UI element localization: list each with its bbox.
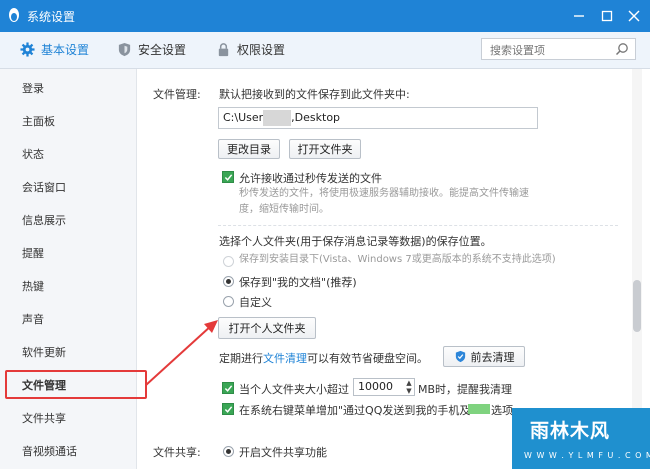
tab-label: 安全设置 (138, 42, 187, 57)
personal-folder-heading: 选择个人文件夹(用于保存消息记录等数据)的保存位置。 (219, 235, 492, 248)
context-menu-label: 在系统右键菜单增加"通过QQ发送到我的手机及 (239, 404, 471, 417)
redacted-device-name (468, 404, 490, 414)
radio-my-documents-label: 保存到"我的文档"(推荐) (239, 276, 357, 289)
tab-label: 基本设置 (41, 42, 90, 57)
enable-file-sharing-radio[interactable] (223, 446, 234, 457)
tab-basic-settings[interactable]: 基本设置 (20, 36, 89, 62)
enable-file-sharing-label: 开启文件共享功能 (239, 446, 327, 459)
title-bar (0, 0, 650, 32)
gear-icon (20, 41, 35, 57)
annotation-arrow (145, 320, 218, 386)
open-personal-folder-button[interactable]: 打开个人文件夹 (218, 317, 316, 339)
open-folder-button[interactable]: 打开文件夹 (289, 139, 361, 159)
size-limit-suffix: MB时，提醒我清理 (418, 383, 513, 396)
shield-icon (455, 350, 465, 363)
go-cleanup-label: 前去清理 (470, 350, 515, 364)
radio-my-documents[interactable] (223, 276, 234, 287)
allow-fast-transfer-desc-1: 秒传发送的文件，将使用极速服务器辅助接收。能提高文件传输速 (239, 188, 529, 199)
close-icon (628, 10, 640, 22)
minimize-button[interactable] (568, 5, 590, 27)
tab-permission-settings[interactable]: 权限设置 (216, 36, 285, 62)
radio-custom[interactable] (223, 296, 234, 307)
sidebar-item-hotkeys[interactable]: 热键 (0, 275, 136, 297)
sidebar-item-status[interactable]: 状态 (0, 143, 136, 165)
sidebar-item-software-update[interactable]: 软件更新 (0, 341, 136, 363)
go-cleanup-button[interactable]: 前去清理 (443, 346, 525, 367)
tab-security-settings[interactable]: 安全设置 (117, 36, 186, 62)
change-directory-button[interactable]: 更改目录 (218, 139, 280, 159)
path-prefix: C:\User (223, 111, 264, 124)
cleanup-tip: 定期进行文件清理可以有效节省硬盘空间。 (219, 350, 428, 366)
check-icon (224, 405, 232, 413)
lock-icon (218, 42, 229, 56)
context-menu-tail: 选项 (491, 404, 513, 417)
allow-fast-transfer-label: 允许接收通过秒传发送的文件 (239, 172, 382, 185)
file-sharing-section-label: 文件共享: (153, 446, 201, 459)
shield-icon (118, 42, 131, 56)
check-icon (224, 173, 232, 181)
cleanup-prefix: 定期进行 (219, 352, 263, 365)
window-title: 系统设置 (27, 10, 76, 24)
watermark-url: W W W . Y L M F U . C O M (524, 451, 650, 460)
sidebar-item-login[interactable]: 登录 (0, 77, 136, 99)
search-icon[interactable] (615, 42, 629, 56)
size-limit-prefix: 当个人文件夹大小超过 (239, 383, 349, 396)
watermark-brand: 雨林木风 (530, 420, 611, 442)
search-input[interactable] (488, 40, 612, 60)
sidebar-item-reminder[interactable]: 提醒 (0, 242, 136, 264)
size-limit-spinner[interactable]: ▲ ▼ (404, 379, 414, 395)
sidebar-item-chat-window[interactable]: 会话窗口 (0, 176, 136, 198)
path-suffix: ,Desktop (291, 111, 341, 124)
radio-install-dir[interactable] (223, 256, 234, 267)
tab-label: 权限设置 (237, 42, 286, 57)
highlight-box (5, 370, 147, 399)
allow-fast-transfer-desc-2: 度，缩短传输时间。 (239, 204, 329, 215)
context-menu-checkbox[interactable] (222, 403, 234, 415)
watermark: 雨林木风 W W W . Y L M F U . C O M (512, 408, 650, 469)
cleanup-suffix: 可以有效节省硬盘空间。 (307, 352, 428, 365)
radio-custom-label: 自定义 (239, 296, 272, 309)
allow-fast-transfer-checkbox[interactable] (222, 171, 234, 183)
sidebar-item-info-display[interactable]: 信息展示 (0, 209, 136, 231)
sidebar-item-av-call[interactable]: 音视频通话 (0, 440, 136, 462)
minimize-icon (574, 15, 584, 17)
search-box (481, 38, 636, 60)
maximize-icon (601, 10, 613, 22)
sidebar-item-main-panel[interactable]: 主面板 (0, 110, 136, 132)
divider (218, 225, 618, 226)
file-management-section-label: 文件管理: (153, 88, 201, 101)
sidebar-item-file-sharing[interactable]: 文件共享 (0, 407, 136, 429)
check-icon (224, 384, 232, 392)
save-folder-heading: 默认把接收到的文件保存到此文件夹中: (219, 88, 410, 101)
scrollbar-thumb[interactable] (633, 280, 641, 332)
size-limit-checkbox[interactable] (222, 382, 234, 394)
sidebar-item-sound[interactable]: 声音 (0, 308, 136, 330)
close-button[interactable] (623, 5, 645, 27)
radio-install-dir-label: 保存到安装目录下(Vista、Windows 7或更高版本的系统不支持此选项) (239, 254, 556, 265)
penguin-icon (7, 7, 21, 23)
redacted-username (263, 110, 291, 126)
maximize-button[interactable] (596, 5, 618, 27)
file-cleanup-link[interactable]: 文件清理 (263, 352, 307, 365)
